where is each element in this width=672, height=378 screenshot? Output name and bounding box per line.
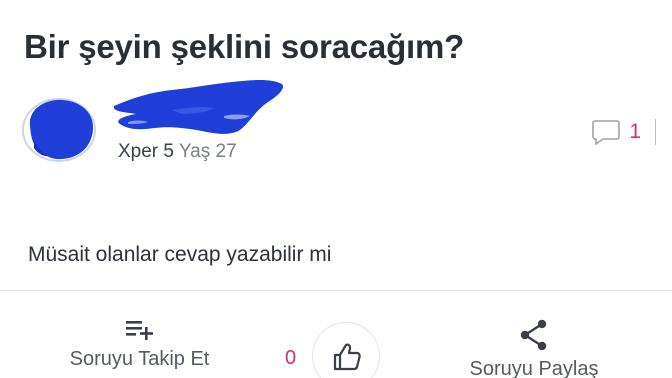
- question-page: Bir şeyin şeklini soracağım? Xper 5 Yaş …: [0, 0, 672, 378]
- comment-count: 1: [629, 120, 641, 143]
- follow-question-label: Soruyu Takip Et: [69, 348, 210, 370]
- divider: [655, 119, 656, 145]
- author-level: Xper 5: [118, 141, 174, 162]
- share-question-label: Soruyu Paylaş: [469, 358, 599, 378]
- author-age: Yaş 27: [178, 141, 237, 162]
- question-body: Müsait olanlar cevap yazabilir mi: [28, 243, 332, 266]
- comment-bubble-icon: [592, 120, 621, 145]
- question-title: Bir şeyin şeklini soracağım?: [24, 28, 465, 65]
- like-button[interactable]: [312, 322, 380, 378]
- author-meta: Xper 5 Yaş 27: [118, 141, 237, 163]
- thumbs-up-icon: [333, 343, 361, 371]
- comment-count-button[interactable]: 1: [591, 118, 656, 146]
- follow-question-button[interactable]: Soruyu Takip Et: [52, 318, 227, 371]
- divider: [0, 290, 672, 291]
- redacted-avatar-icon[interactable]: [22, 96, 98, 162]
- like-count: 0: [285, 347, 297, 369]
- share-icon: [520, 319, 547, 351]
- playlist-add-icon: [125, 321, 153, 340]
- redacted-username-icon[interactable]: [112, 76, 287, 142]
- share-question-button[interactable]: Soruyu Paylaş: [450, 318, 618, 378]
